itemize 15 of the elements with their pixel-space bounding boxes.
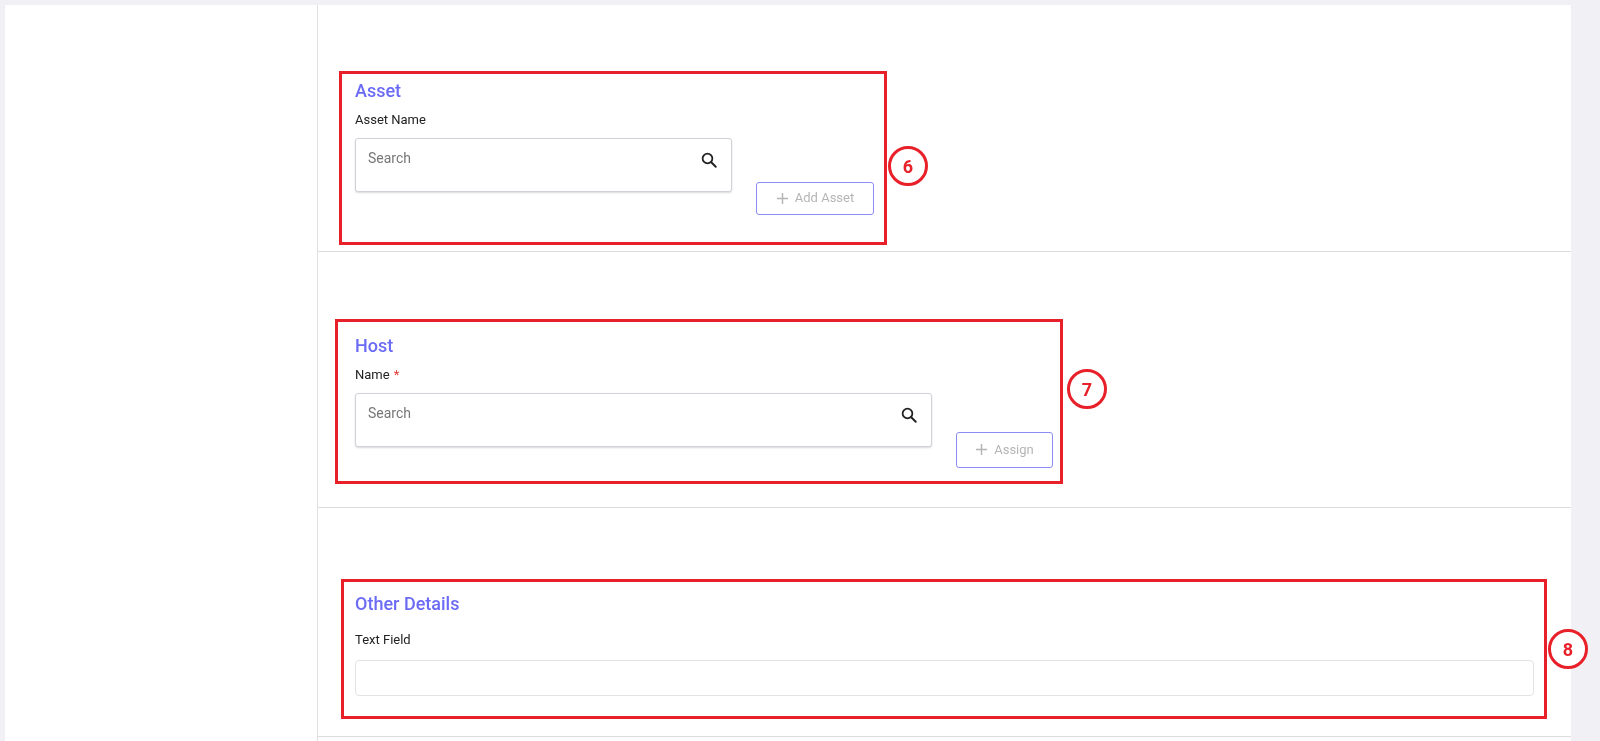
text-field[interactable] xyxy=(355,659,1534,696)
plus-icon xyxy=(775,191,789,205)
plus-icon xyxy=(975,443,989,456)
field-label: Text Field xyxy=(355,631,411,649)
field-label: Name xyxy=(355,366,390,384)
search-field[interactable]: Search xyxy=(355,392,932,447)
search-icon[interactable] xyxy=(700,150,718,169)
search-icon[interactable] xyxy=(900,405,918,424)
required-marker: * xyxy=(393,366,400,384)
search-field[interactable]: Search xyxy=(355,137,732,192)
section-title: Asset xyxy=(355,79,403,103)
field-label: Asset Name xyxy=(355,111,426,129)
section-title: Host xyxy=(355,334,395,358)
section-title: Other Details xyxy=(355,592,461,616)
annotation-number: 8 xyxy=(1548,629,1588,669)
